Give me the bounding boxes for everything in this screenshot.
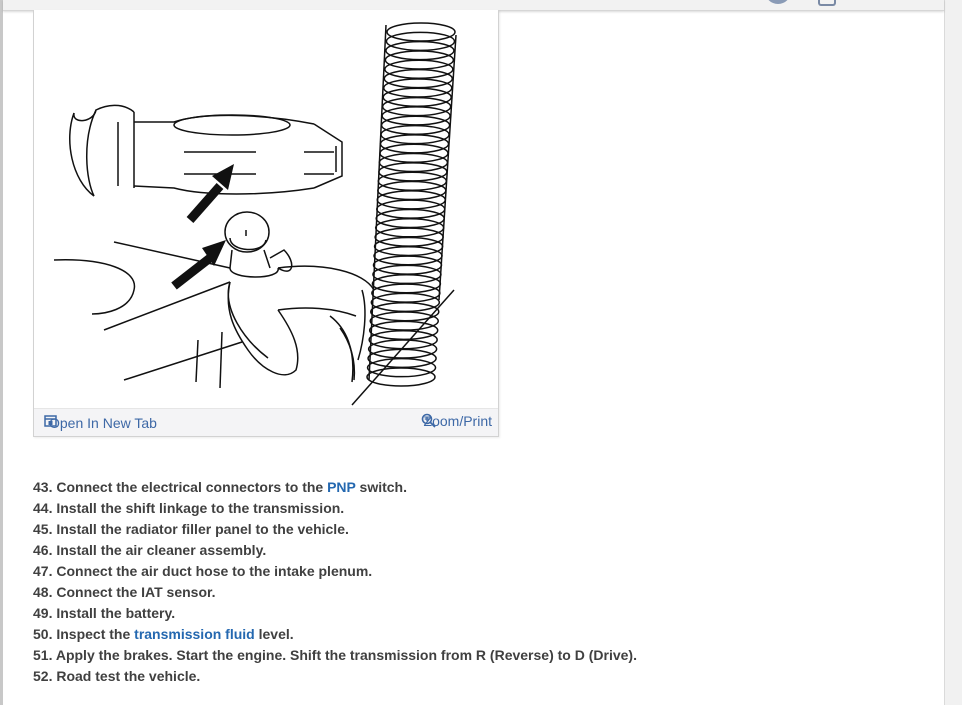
transmission-fluid-link[interactable]: transmission fluid [134,626,255,642]
step-text: Road test the vehicle. [56,668,201,684]
step-text-end: switch. [355,479,407,495]
step-text: Install the radiator filler panel to the… [56,521,349,537]
step-text: Install the air cleaner assembly. [56,542,267,558]
open-in-new-tab-link[interactable]: Open In New Tab [44,415,157,431]
list-item: 51. Apply the brakes. Start the engine. … [33,645,637,666]
scrollbar-track[interactable] [944,0,962,705]
window-left-border [0,0,3,705]
step-text: Apply the brakes. Start the engine. Shif… [55,647,637,663]
menu-icon[interactable] [818,0,836,6]
pnp-link[interactable]: PNP [327,479,356,495]
step-text-end: level. [254,626,294,642]
user-avatar-icon[interactable] [765,0,791,4]
zoom-print-link[interactable]: Zoom/Print [421,413,492,429]
step-number: 49. [33,605,53,621]
step-number: 48. [33,584,53,600]
step-number: 51. [33,647,53,663]
list-item: 52. Road test the vehicle. [33,666,637,687]
list-item: 46. Install the air cleaner assembly. [33,540,637,561]
list-item: 50. Inspect the transmission fluid level… [33,624,637,645]
list-item: 45. Install the radiator filler panel to… [33,519,637,540]
open-in-new-tab-label: Open In New Tab [49,415,157,431]
step-text: Inspect the [56,626,135,642]
illustration-figure: Open In New Tab Zoom/Print [33,10,499,437]
list-item: 43. Connect the electrical connectors to… [33,477,637,498]
step-number: 47. [33,563,53,579]
step-number: 52. [33,668,53,684]
list-item: 48. Connect the IAT sensor. [33,582,637,603]
step-number: 45. [33,521,53,537]
step-text: Connect the IAT sensor. [56,584,216,600]
list-item: 44. Install the shift linkage to the tra… [33,498,637,519]
procedure-steps: 43. Connect the electrical connectors to… [33,477,637,687]
step-text: Connect the electrical connectors to the [56,479,328,495]
step-text: Connect the air duct hose to the intake … [56,563,373,579]
step-text: Install the battery. [56,605,176,621]
list-item: 47. Connect the air duct hose to the int… [33,561,637,582]
step-number: 43. [33,479,53,495]
step-number: 50. [33,626,53,642]
step-number: 46. [33,542,53,558]
step-text: Install the shift linkage to the transmi… [56,500,345,516]
step-number: 44. [33,500,53,516]
figure-footer: Open In New Tab Zoom/Print [34,408,498,436]
coil-spring [366,22,456,387]
shift-linkage-illustration [53,22,457,406]
list-item: 49. Install the battery. [33,603,637,624]
